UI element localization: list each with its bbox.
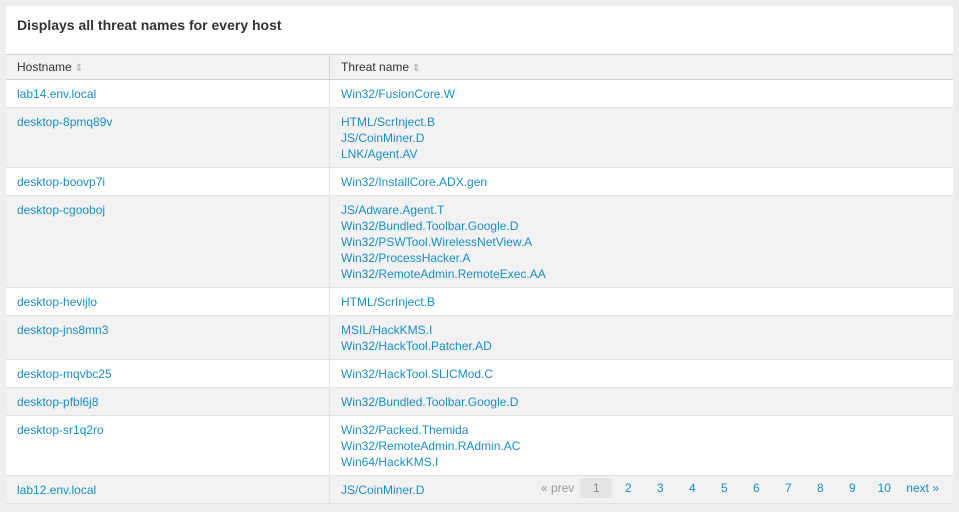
column-header-hostname[interactable]: Hostname ⇕	[6, 54, 330, 80]
hostname-cell: lab12.env.local	[6, 475, 330, 504]
threat-name-cell: Win32/InstallCore.ADX.gen	[329, 167, 953, 196]
table-row: desktop-hevijlo HTML/ScrInject.B	[6, 287, 953, 316]
threat-name-cell: HTML/ScrInject.B JS/CoinMiner.D LNK/Agent.…	[329, 107, 953, 168]
table-row: desktop-boovp7i Win32/InstallCore.ADX.gen	[6, 167, 953, 196]
threat-name-link[interactable]: Win32/Packed.Themida	[341, 422, 942, 438]
hostname-link[interactable]: desktop-jns8mn3	[17, 323, 108, 337]
threat-name-link[interactable]: Win32/RemoteAdmin.RAdmin.AC	[341, 438, 942, 454]
sort-icon: ⇕	[74, 63, 84, 74]
hostname-cell: desktop-hevijlo	[6, 287, 330, 316]
page-7-button[interactable]: 7	[772, 478, 804, 498]
threat-name-link[interactable]: LNK/Agent.AV	[341, 146, 942, 162]
threat-name-link[interactable]: Win32/Bundled.Toolbar.Google.D	[341, 218, 942, 234]
threat-name-cell: Win32/FusionCore.W	[329, 79, 953, 108]
page-6-button[interactable]: 6	[740, 478, 772, 498]
page-5-button[interactable]: 5	[708, 478, 740, 498]
hostname-link[interactable]: desktop-boovp7i	[17, 175, 105, 189]
threat-name-link[interactable]: Win32/FusionCore.W	[341, 86, 942, 102]
threat-name-cell: JS/Adware.Agent.T Win32/Bundled.Toolbar.G…	[329, 195, 953, 288]
hostname-cell: desktop-boovp7i	[6, 167, 330, 196]
page-3-button[interactable]: 3	[644, 478, 676, 498]
hostname-cell: desktop-sr1q2ro	[6, 415, 330, 476]
hostname-link[interactable]: desktop-sr1q2ro	[17, 423, 104, 437]
column-header-label: Hostname	[17, 60, 72, 74]
page-list: 1 2 3 4 5 6 7 8 9 10	[580, 478, 900, 498]
hostname-cell: desktop-cgooboj	[6, 195, 330, 288]
threat-name-link[interactable]: JS/Adware.Agent.T	[341, 202, 942, 218]
threats-table: Hostname ⇕ Threat name ⇕ lab14.env.local Wi…	[6, 54, 953, 504]
sort-icon: ⇕	[412, 63, 421, 74]
table-row: desktop-cgooboj JS/Adware.Agent.T Win32/Bu…	[6, 195, 953, 288]
table-header-row: Hostname ⇕ Threat name ⇕	[6, 54, 953, 80]
threat-name-link[interactable]: Win32/Bundled.Toolbar.Google.D	[341, 394, 942, 410]
results-panel: Displays all threat names for every host…	[6, 6, 953, 504]
hostname-link[interactable]: desktop-cgooboj	[17, 203, 105, 217]
threat-name-cell: MSIL/HackKMS.I Win32/HackTool.Patcher.AD	[329, 315, 953, 360]
table-row: desktop-jns8mn3 MSIL/HackKMS.I Win32/HackT…	[6, 315, 953, 360]
hostname-cell: desktop-pfbl6j8	[6, 387, 330, 416]
threat-name-link[interactable]: Win32/HackTool.Patcher.AD	[341, 338, 942, 354]
threat-name-cell: Win32/Packed.Themida Win32/RemoteAdmin.RA…	[329, 415, 953, 476]
column-header-threat-name[interactable]: Threat name ⇕	[329, 54, 953, 80]
next-page-button[interactable]: next »	[906, 481, 939, 495]
hostname-cell: desktop-mqvbc25	[6, 359, 330, 388]
page-1-button[interactable]: 1	[580, 478, 613, 498]
threat-name-cell: Win32/HackTool.SLICMod.C	[329, 359, 953, 388]
hostname-cell: desktop-8pmq89v	[6, 107, 330, 168]
threat-name-link[interactable]: Win32/ProcessHacker.A	[341, 250, 942, 266]
threat-name-link[interactable]: JS/CoinMiner.D	[341, 130, 942, 146]
hostname-link[interactable]: desktop-8pmq89v	[17, 115, 112, 129]
hostname-link[interactable]: desktop-pfbl6j8	[17, 395, 98, 409]
hostname-link[interactable]: lab14.env.local	[17, 87, 96, 101]
threat-name-link[interactable]: Win32/InstallCore.ADX.gen	[341, 174, 942, 190]
column-header-label: Threat name	[341, 60, 410, 74]
threat-name-cell: HTML/ScrInject.B	[329, 287, 953, 316]
pagination: « prev 1 2 3 4 5 6 7 8 9 10 next »	[541, 478, 939, 498]
hostname-link[interactable]: desktop-hevijlo	[17, 295, 97, 309]
page-4-button[interactable]: 4	[676, 478, 708, 498]
page-9-button[interactable]: 9	[836, 478, 868, 498]
threat-name-link[interactable]: Win64/HackKMS.I	[341, 454, 942, 470]
table-row: desktop-mqvbc25 Win32/HackTool.SLICMod.C	[6, 359, 953, 388]
prev-page-button[interactable]: « prev	[541, 481, 574, 495]
threat-name-link[interactable]: Win32/PSWTool.WirelessNetView.A	[341, 234, 942, 250]
hostname-link[interactable]: desktop-mqvbc25	[17, 367, 112, 381]
threat-name-link[interactable]: HTML/ScrInject.B	[341, 294, 942, 310]
threat-name-link[interactable]: MSIL/HackKMS.I	[341, 322, 942, 338]
table-row: desktop-8pmq89v HTML/ScrInject.B JS/CoinMi…	[6, 107, 953, 168]
panel-title: Displays all threat names for every host	[17, 17, 282, 33]
hostname-cell: desktop-jns8mn3	[6, 315, 330, 360]
threat-name-link[interactable]: Win32/RemoteAdmin.RemoteExec.AA	[341, 266, 942, 282]
hostname-cell: lab14.env.local	[6, 79, 330, 108]
table-row: desktop-pfbl6j8 Win32/Bundled.Toolbar.Goo…	[6, 387, 953, 416]
page-8-button[interactable]: 8	[804, 478, 836, 498]
table-row: desktop-sr1q2ro Win32/Packed.Themida Win32…	[6, 415, 953, 476]
page-10-button[interactable]: 10	[868, 478, 900, 498]
table-body: lab14.env.local Win32/FusionCore.W desktop…	[6, 79, 953, 504]
hostname-link[interactable]: lab12.env.local	[17, 483, 96, 497]
table-row: lab14.env.local Win32/FusionCore.W	[6, 79, 953, 108]
threat-name-cell: Win32/Bundled.Toolbar.Google.D	[329, 387, 953, 416]
threat-name-link[interactable]: Win32/HackTool.SLICMod.C	[341, 366, 942, 382]
page-2-button[interactable]: 2	[612, 478, 644, 498]
threat-name-link[interactable]: HTML/ScrInject.B	[341, 114, 942, 130]
